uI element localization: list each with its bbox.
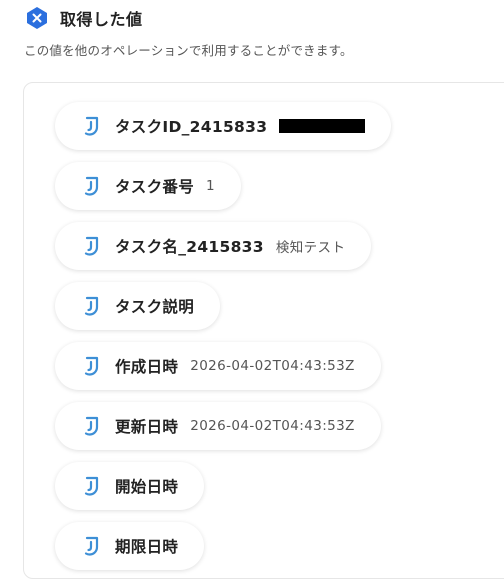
value-chip-task-name[interactable]: タスク名_2415833 検知テスト xyxy=(55,222,372,270)
variable-hook-icon xyxy=(81,175,103,197)
chip-value: 2026-04-02T04:43:53Z xyxy=(190,358,355,374)
chip-label: 更新日時 xyxy=(115,418,179,436)
variable-hook-icon xyxy=(81,535,103,557)
value-chip-due-at[interactable]: 期限日時 xyxy=(55,522,205,570)
chip-label: 開始日時 xyxy=(115,478,179,496)
value-chip-list: タスクID_2415833 タスク番号 1 タスク名_2415833 検知テスト xyxy=(55,102,392,570)
page-title: 取得した値 xyxy=(60,10,143,29)
chip-label: タスク番号 xyxy=(115,178,195,196)
chip-label: タスク名_2415833 xyxy=(115,238,264,256)
chip-label: タスク説明 xyxy=(115,298,195,316)
value-chip-task-description[interactable]: タスク説明 xyxy=(55,282,221,330)
variable-hook-icon xyxy=(81,355,103,377)
value-chip-start-at[interactable]: 開始日時 xyxy=(55,462,205,510)
chip-label: 期限日時 xyxy=(115,538,179,556)
chip-value: 1 xyxy=(206,178,216,194)
chip-value: 検知テスト xyxy=(275,240,346,256)
description-text: この値を他のオペレーションで利用することができます。 xyxy=(24,43,353,58)
close-hexagon-icon[interactable] xyxy=(24,5,50,31)
value-chip-task-id[interactable]: タスクID_2415833 xyxy=(55,102,392,150)
section-header: 取得した値 xyxy=(24,5,143,31)
variable-hook-icon xyxy=(81,295,103,317)
variable-hook-icon xyxy=(81,415,103,437)
chip-label: 作成日時 xyxy=(115,358,179,376)
value-chip-created-at[interactable]: 作成日時 2026-04-02T04:43:53Z xyxy=(55,342,381,390)
redacted-value xyxy=(279,119,366,133)
chip-label: タスクID_2415833 xyxy=(115,118,268,136)
variable-hook-icon xyxy=(81,235,103,257)
value-chip-task-number[interactable]: タスク番号 1 xyxy=(55,162,242,210)
variable-hook-icon xyxy=(81,115,103,137)
variable-hook-icon xyxy=(81,475,103,497)
chip-value: 2026-04-02T04:43:53Z xyxy=(190,418,355,434)
value-chip-updated-at[interactable]: 更新日時 2026-04-02T04:43:53Z xyxy=(55,402,381,450)
